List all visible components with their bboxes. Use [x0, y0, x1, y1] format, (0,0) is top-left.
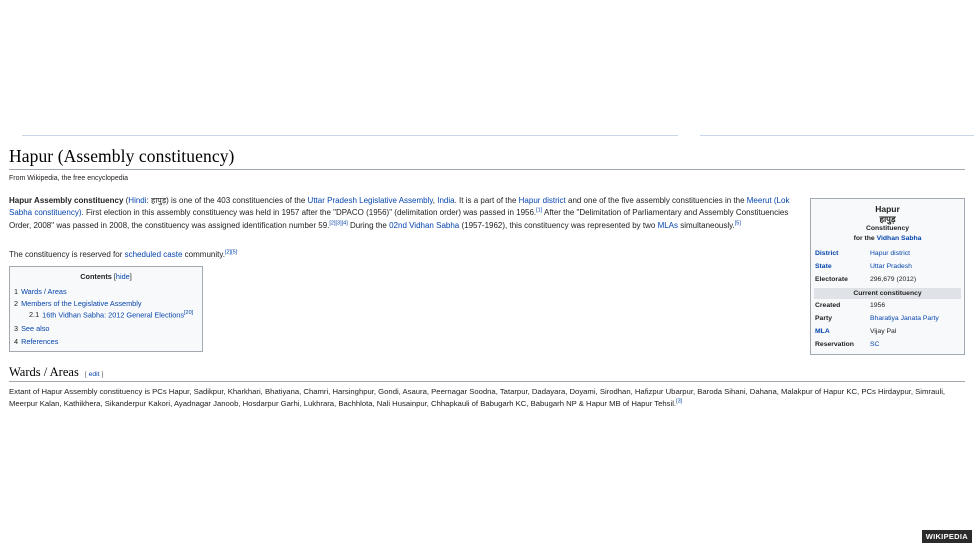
section-divider: [9, 381, 965, 382]
infobox-label-district[interactable]: District: [815, 250, 838, 257]
reference-2-5[interactable]: [2][5]: [225, 249, 237, 256]
link-vidhan-sabha[interactable]: Vidhan Sabha: [877, 235, 922, 242]
top-divider-right: [700, 135, 974, 136]
toc-item[interactable]: 1 Wards / Areas: [14, 287, 67, 296]
lead-text: . First election in this assembly consti…: [81, 208, 537, 218]
link-hindi[interactable]: Hindi: [128, 196, 146, 205]
top-divider-left: [22, 135, 678, 136]
reference-2-3-4[interactable]: [2][3][4]: [329, 220, 347, 226]
edit-bracket: ]: [101, 371, 104, 378]
toc-link-16th-vidhan-sabha[interactable]: 16th Vidhan Sabha: 2012 General Election…: [42, 310, 184, 319]
link-mlas[interactable]: MLAs: [658, 221, 678, 230]
infobox-value-electorate: 296,679 (2012): [870, 276, 917, 283]
infobox-value-state[interactable]: Uttar Pradesh: [870, 263, 912, 270]
lead-bold-term: Hapur Assembly constituency: [9, 196, 124, 205]
edit-bracket: [: [84, 371, 87, 378]
infobox-label-created: Created: [815, 302, 841, 309]
toc-heading: Contents [hide]: [10, 272, 202, 281]
infobox-value-reservation[interactable]: SC: [870, 341, 879, 348]
lead-text: . It is a part of the: [454, 196, 519, 205]
infobox-title-hindi: हापुड़: [879, 214, 896, 224]
link-hapur-district[interactable]: Hapur district: [519, 196, 566, 205]
infobox-row-created: Created 1956: [815, 302, 961, 314]
infobox-row-reservation: Reservation SC: [815, 341, 961, 353]
toc-number: 1: [14, 287, 19, 296]
infobox-label-mla[interactable]: MLA: [815, 328, 830, 335]
reference-20[interactable]: [20]: [184, 310, 193, 316]
infobox-value-district[interactable]: Hapur district: [870, 250, 910, 257]
reference-5[interactable]: [5]: [735, 220, 741, 226]
lead-text: and one of the five assembly constituenc…: [565, 196, 747, 205]
toc-link-references[interactable]: References: [21, 337, 58, 346]
infobox: Hapur हापुड़ Constituency for the Vidhan…: [810, 198, 965, 355]
infobox-for-line: for the Vidhan Sabha: [811, 234, 964, 244]
reservation-paragraph: The constituency is reserved for schedul…: [9, 249, 801, 261]
section-heading-text: Wards / Areas: [9, 365, 79, 379]
infobox-subtitle: Constituency: [865, 225, 910, 232]
infobox-label-electorate: Electorate: [815, 276, 848, 283]
infobox-row-mla: MLA Vijay Pal: [815, 328, 961, 340]
infobox-row-electorate: Electorate 296,679 (2012): [815, 276, 961, 288]
lead-text: During the: [347, 220, 390, 230]
infobox-row-state: State Uttar Pradesh: [815, 263, 961, 275]
tagline: From Wikipedia, the free encyclopedia: [9, 175, 129, 182]
infobox-label-party: Party: [815, 315, 833, 322]
infobox-value-mla: Vijay Pal: [870, 328, 897, 335]
lead-text: simultaneously.: [678, 220, 735, 230]
toc-item[interactable]: 2.1 16th Vidhan Sabha: 2012 General Elect…: [29, 310, 193, 319]
lead-text: : हापुड़) is one of the 403 constituenci…: [146, 196, 308, 205]
infobox-label-reservation: Reservation: [815, 341, 854, 348]
infobox-section-header: Current constituency: [814, 288, 961, 299]
toc-item[interactable]: 2 Members of the Legislative Assembly: [14, 299, 142, 308]
wikipedia-watermark: WIKIPEDIA: [921, 530, 972, 543]
link-india[interactable]: India: [437, 196, 454, 205]
toc-number: 2: [14, 299, 19, 308]
toc-title: Contents: [80, 272, 112, 281]
toc-item[interactable]: 4 References: [14, 337, 58, 346]
toc-link-members[interactable]: Members of the Legislative Assembly: [21, 299, 141, 308]
toc-link-wards[interactable]: Wards / Areas: [21, 287, 67, 296]
edit-link[interactable]: edit: [89, 371, 100, 378]
toc-hide-link[interactable]: hide: [116, 272, 130, 281]
section-heading-wards: Wards / Areas [ edit ]: [9, 365, 103, 380]
infobox-value-party[interactable]: Bharatiya Janata Party: [870, 315, 939, 322]
toc-item[interactable]: 3 See also: [14, 324, 49, 333]
wards-paragraph: Extant of Hapur Assembly constituency is…: [9, 386, 969, 411]
p2-text: community.: [182, 250, 225, 259]
reference-3[interactable]: [3]: [676, 399, 682, 405]
page-title: Hapur (Assembly constituency): [9, 146, 235, 166]
link-up-legislative-assembly[interactable]: Uttar Pradesh Legislative Assembly: [308, 196, 433, 205]
link-scheduled-caste[interactable]: scheduled caste: [125, 250, 183, 259]
infobox-for-text: for the: [853, 235, 877, 242]
title-divider: [9, 169, 965, 170]
toc-number: 2.1: [29, 310, 40, 320]
link-02nd-vidhan-sabha[interactable]: 02nd Vidhan Sabha: [389, 221, 459, 230]
toc-number: 3: [14, 324, 19, 333]
toc-link-see-also[interactable]: See also: [21, 324, 49, 333]
table-of-contents: Contents [hide] 1 Wards / Areas 2 Members …: [9, 266, 203, 352]
toc-hide-bracket: ]: [129, 272, 132, 281]
lead-paragraph: Hapur Assembly constituency (Hindi: हापु…: [9, 195, 801, 232]
wards-text: Extant of Hapur Assembly constituency is…: [9, 387, 946, 409]
infobox-label-state[interactable]: State: [815, 263, 832, 270]
infobox-value-created: 1956: [870, 302, 886, 309]
section-edit: [ edit ]: [85, 371, 104, 378]
infobox-title: Hapur: [875, 204, 900, 214]
p2-text: The constituency is reserved for: [9, 250, 125, 259]
lead-text: (1957-1962), this constituency was repre…: [459, 220, 658, 230]
toc-number: 4: [14, 337, 19, 346]
infobox-row-party: Party Bharatiya Janata Party: [815, 315, 961, 327]
infobox-row-district: District Hapur district: [815, 250, 961, 262]
